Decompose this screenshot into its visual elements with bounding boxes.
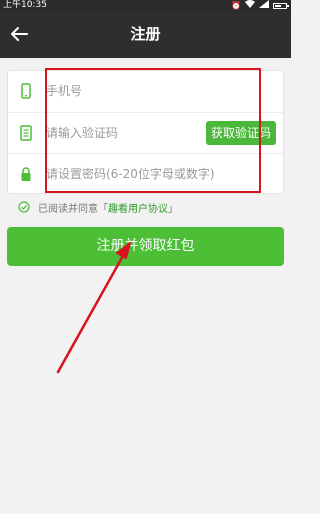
signal-icon [259,0,269,11]
register-form: 获取验证码 [7,70,284,194]
password-input[interactable] [46,154,276,194]
password-row [8,153,283,195]
phone-icon [21,83,31,99]
page-title: 注册 [130,25,161,43]
wifi-icon [245,0,255,11]
status-time: 上午10:35 [3,0,47,10]
agreement-row: 已阅读并同意「 趣看用户协议 」 [18,200,178,215]
status-icons: ⏰ [231,0,289,11]
alarm-icon: ⏰ [231,1,241,10]
phone-input[interactable] [46,71,196,111]
status-bar: 上午10:35 ⏰ [0,0,291,11]
sms-icon [20,125,32,141]
title-bar: 注册 [0,11,291,58]
code-row: 获取验证码 [8,112,283,154]
lock-icon [21,167,31,181]
check-circle-icon[interactable] [18,201,30,213]
get-code-button[interactable]: 获取验证码 [205,121,276,145]
phone-row [8,71,283,112]
battery-icon [273,2,289,9]
agreement-text: 已阅读并同意「 [38,203,108,215]
user-agreement-link[interactable]: 趣看用户协议 [108,200,168,215]
agreement-text-end: 」 [168,203,178,215]
code-input[interactable] [46,113,196,153]
register-button[interactable]: 注册并领取红包 [7,227,284,266]
